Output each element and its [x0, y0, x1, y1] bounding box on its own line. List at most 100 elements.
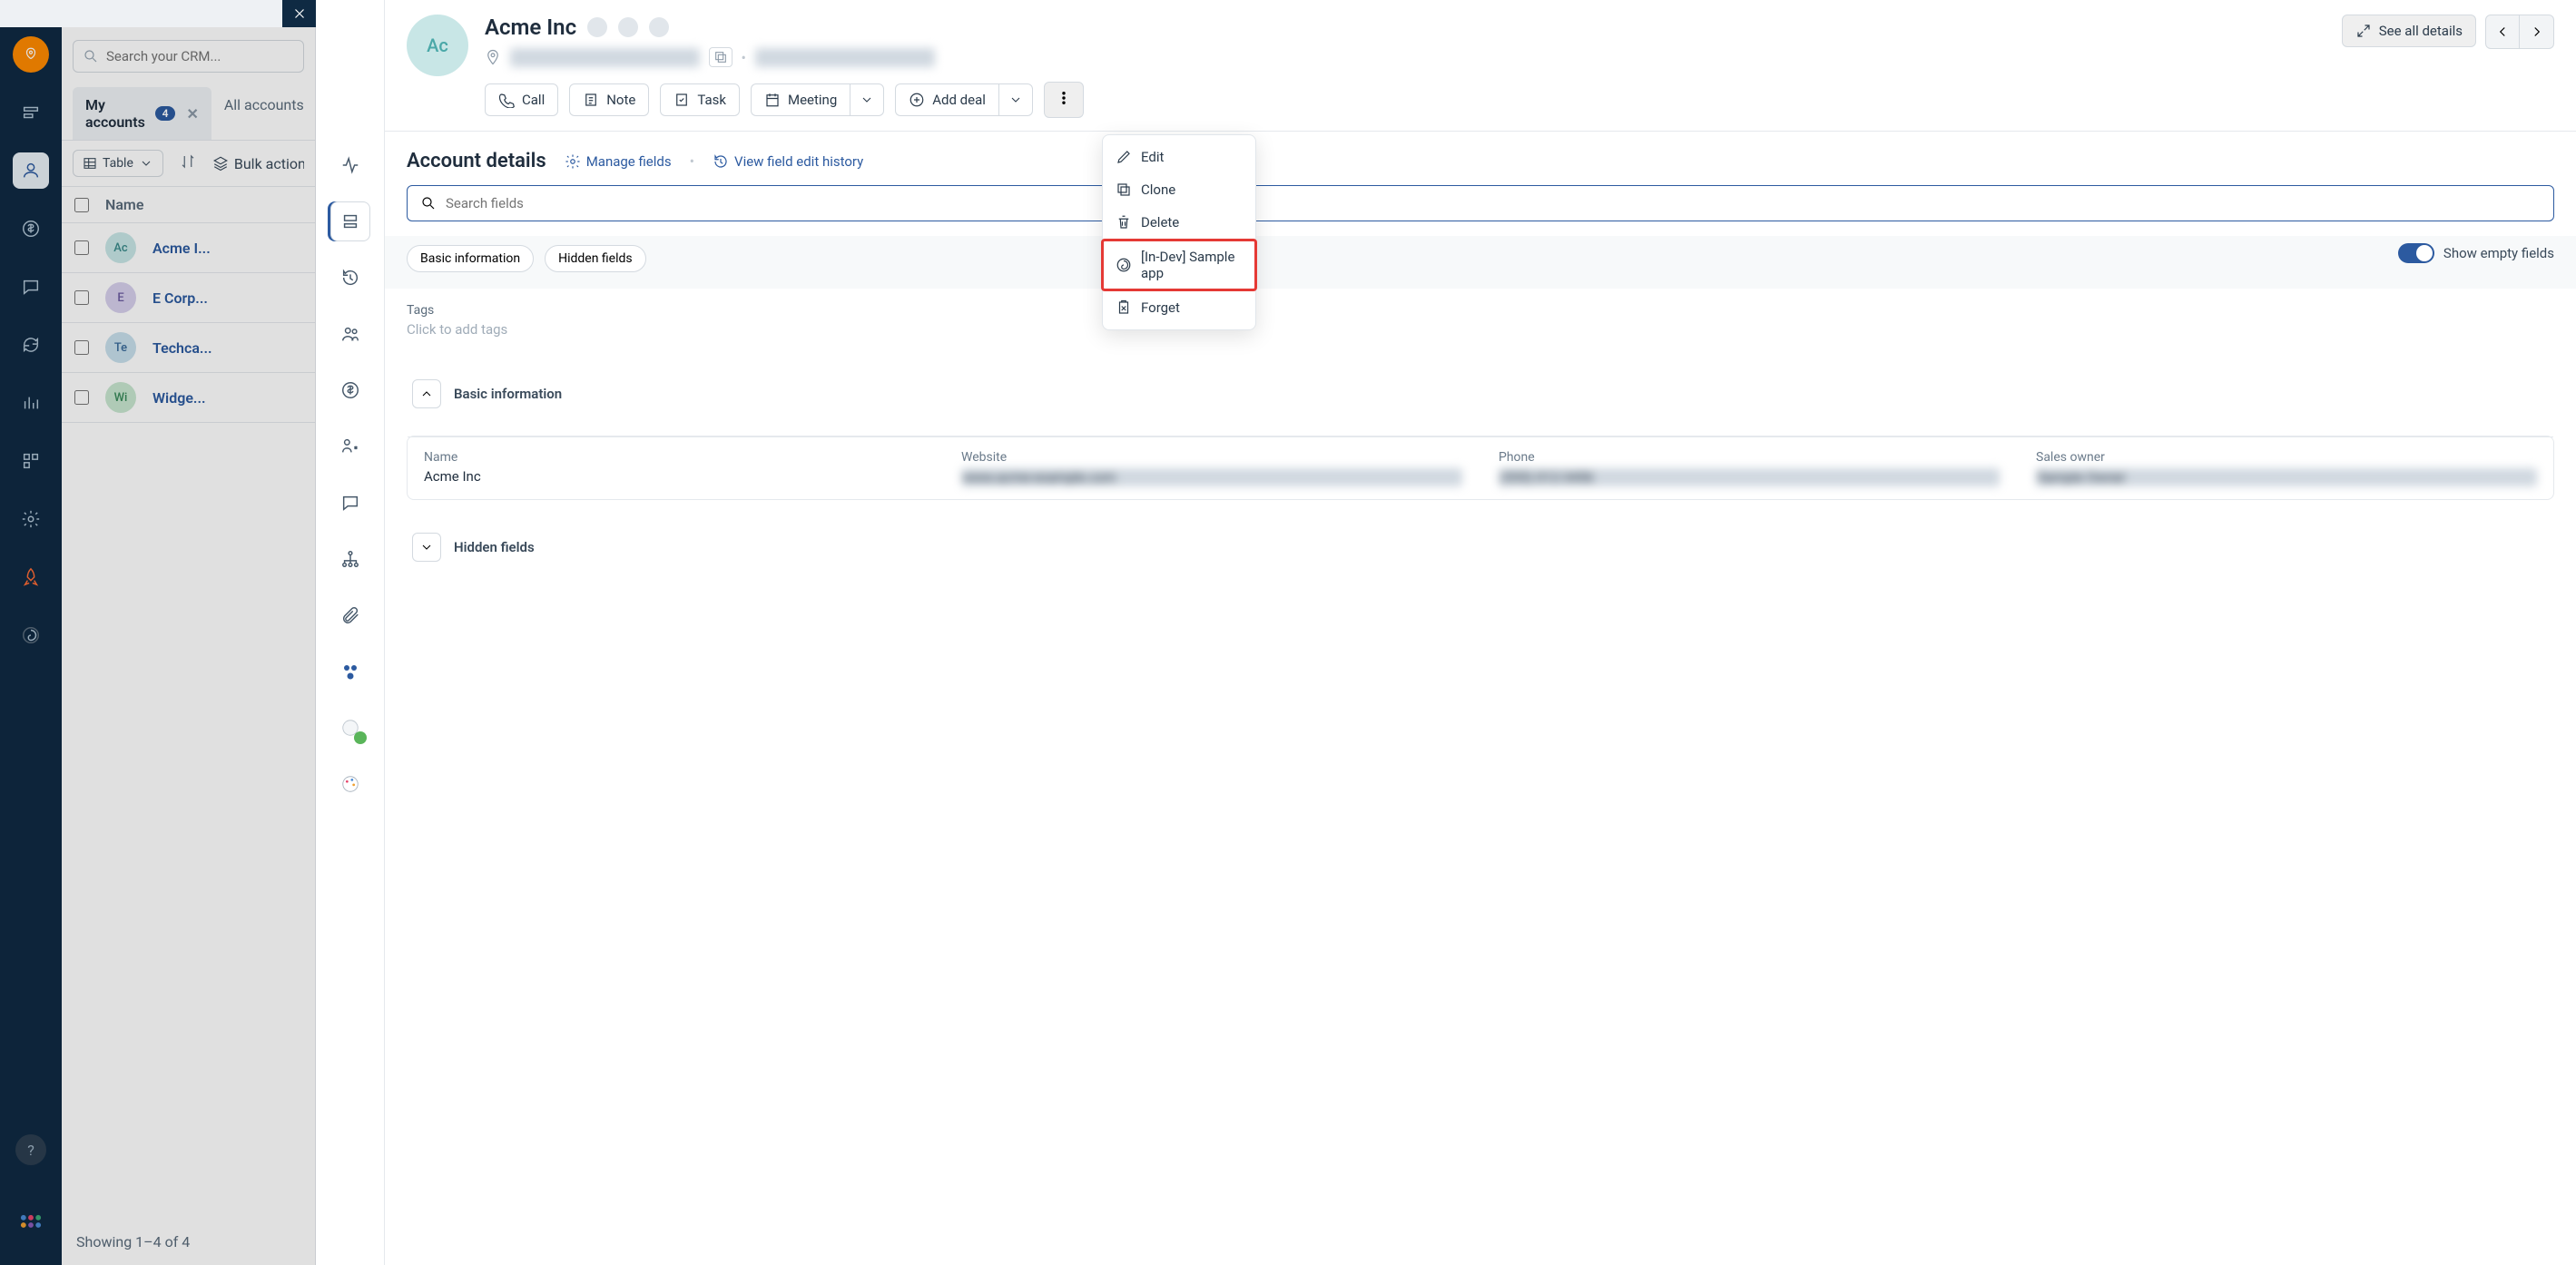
nav-dashboard[interactable]: [13, 94, 49, 131]
note-icon: [583, 92, 599, 108]
menu-label: Forget: [1141, 299, 1180, 316]
nav-deals[interactable]: [13, 211, 49, 247]
chart-icon: [21, 393, 41, 413]
copy-icon: [713, 50, 728, 64]
help-button[interactable]: ?: [15, 1134, 46, 1165]
tags-placeholder[interactable]: Click to add tags: [407, 321, 2554, 338]
show-empty-toggle[interactable]: [2398, 243, 2434, 263]
row-name[interactable]: E Corp...: [152, 289, 302, 307]
nav-rocket[interactable]: [13, 559, 49, 595]
field-value: (555) 012-3456: [1499, 468, 2000, 486]
tab-my-accounts[interactable]: My accounts 4 ✕: [73, 87, 211, 140]
row-checkbox[interactable]: [74, 340, 89, 355]
section-chat[interactable]: [330, 483, 370, 523]
nav-reports[interactable]: [13, 385, 49, 421]
account-website-sub: www.example-domain.com: [755, 48, 935, 67]
more-actions-button[interactable]: [1044, 82, 1084, 118]
person-icon: [21, 161, 41, 181]
expand-hidden-button[interactable]: [412, 533, 441, 562]
menu-edit[interactable]: Edit: [1103, 141, 1255, 173]
row-name[interactable]: Acme I...: [152, 240, 302, 257]
chip-hidden-fields[interactable]: Hidden fields: [545, 245, 646, 272]
menu-forget[interactable]: Forget: [1103, 291, 1255, 324]
expand-icon: [2355, 23, 2372, 39]
section-deals[interactable]: [330, 370, 370, 410]
search-fields-input[interactable]: [446, 195, 2541, 211]
copy-address-button[interactable]: [709, 47, 732, 67]
top-strip: [0, 0, 316, 27]
search-fields-input-wrap[interactable]: [407, 185, 2554, 221]
app-logo[interactable]: [13, 36, 49, 73]
crm-search-input[interactable]: [106, 48, 294, 64]
row-checkbox[interactable]: [74, 390, 89, 405]
details-icon: [340, 211, 360, 231]
task-button[interactable]: Task: [660, 83, 740, 116]
section-history[interactable]: [330, 258, 370, 298]
facebook-icon[interactable]: [587, 17, 607, 37]
layers-icon: [212, 155, 229, 172]
linkedin-icon[interactable]: [649, 17, 669, 37]
meeting-button[interactable]: Meeting: [751, 83, 850, 116]
add-deal-dropdown[interactable]: [998, 83, 1033, 116]
team-icon: [340, 436, 360, 456]
collapse-basic-button[interactable]: [412, 379, 441, 408]
sort-icon: [180, 153, 196, 170]
list-row[interactable]: Ac Acme I...: [62, 223, 315, 273]
nav-marketplace[interactable]: [13, 617, 49, 653]
list-row[interactable]: Te Techca...: [62, 323, 315, 373]
menu-clone[interactable]: Clone: [1103, 173, 1255, 206]
nav-conversations[interactable]: [13, 269, 49, 305]
gear-icon: [565, 153, 581, 170]
close-tab-icon[interactable]: ✕: [186, 105, 198, 123]
next-account-button[interactable]: [2520, 15, 2554, 49]
close-panel-button[interactable]: [282, 0, 317, 27]
search-icon: [420, 195, 437, 211]
section-files[interactable]: [330, 595, 370, 635]
prev-account-button[interactable]: [2485, 15, 2520, 49]
note-button[interactable]: Note: [569, 83, 649, 116]
tab-label: My accounts: [85, 96, 148, 131]
nav-apps[interactable]: [13, 443, 49, 479]
select-all-checkbox[interactable]: [74, 198, 89, 212]
twitter-icon[interactable]: [618, 17, 638, 37]
list-row[interactable]: E E Corp...: [62, 273, 315, 323]
field-value: Acme Inc: [424, 468, 925, 485]
view-history-link[interactable]: View field edit history: [713, 153, 863, 170]
meeting-dropdown[interactable]: [850, 83, 884, 116]
tab-all-accounts[interactable]: All accounts: [211, 87, 304, 140]
blue-people-icon: [339, 661, 361, 682]
app-switcher[interactable]: [18, 1212, 44, 1238]
sort-button[interactable]: [176, 150, 200, 177]
section-app1[interactable]: [330, 652, 370, 691]
bulk-actions[interactable]: Bulk actions: [212, 155, 304, 172]
row-checkbox[interactable]: [74, 240, 89, 255]
section-team[interactable]: [330, 427, 370, 466]
section-app3[interactable]: [330, 764, 370, 804]
section-activity[interactable]: [330, 145, 370, 185]
nav-sequences[interactable]: [13, 327, 49, 363]
section-app2[interactable]: [330, 708, 370, 748]
section-contacts[interactable]: [330, 314, 370, 354]
list-row[interactable]: Wi Widge...: [62, 373, 315, 423]
section-details[interactable]: [330, 201, 370, 241]
trash-icon: [1116, 214, 1132, 230]
call-button[interactable]: Call: [485, 83, 558, 116]
calendar-icon: [764, 92, 781, 108]
hidden-fields-title: Hidden fields: [454, 539, 535, 555]
menu-sample-app[interactable]: [In-Dev] Sample app: [1103, 240, 1255, 289]
see-all-details-button[interactable]: See all details: [2342, 15, 2476, 47]
close-icon: [291, 5, 308, 22]
nav-settings[interactable]: [13, 501, 49, 537]
see-all-label: See all details: [2379, 23, 2463, 39]
crm-search[interactable]: [73, 40, 304, 73]
menu-delete[interactable]: Delete: [1103, 206, 1255, 239]
row-name[interactable]: Widge...: [152, 389, 302, 407]
chip-basic-information[interactable]: Basic information: [407, 245, 534, 272]
add-deal-button[interactable]: Add deal: [895, 83, 998, 116]
nav-contacts[interactable]: [13, 152, 49, 189]
row-checkbox[interactable]: [74, 290, 89, 305]
section-hierarchy[interactable]: [330, 539, 370, 579]
manage-fields-link[interactable]: Manage fields: [565, 153, 672, 170]
row-name[interactable]: Techca...: [152, 339, 302, 357]
view-mode-table[interactable]: Table: [73, 150, 163, 177]
